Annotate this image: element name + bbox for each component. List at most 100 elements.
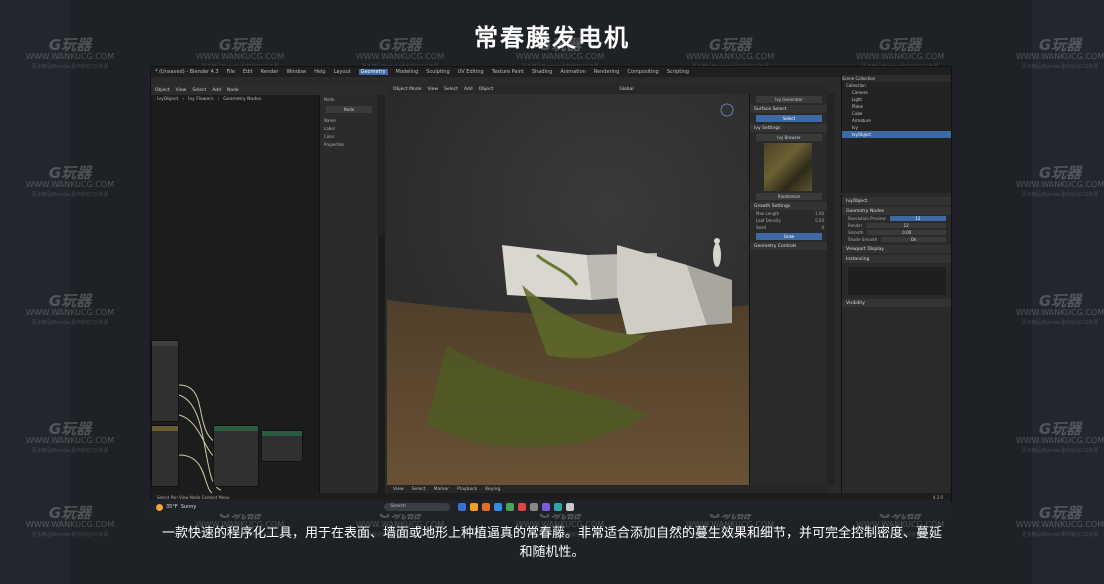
node-sidebar-tabs[interactable] — [377, 95, 385, 235]
tab-layout[interactable]: Layout — [334, 69, 351, 75]
app-icon[interactable] — [518, 503, 527, 511]
windows-taskbar: 35°F Sunny Search — [150, 500, 950, 514]
tl-view[interactable]: View — [393, 487, 404, 492]
blender-icon[interactable] — [482, 503, 491, 511]
node-sidebar: Node Node Name Label Color Properties — [319, 95, 378, 493]
transform-orientation[interactable]: Global — [619, 87, 633, 92]
tab-sculpting[interactable]: Sculpting — [426, 69, 449, 75]
node-panel-header[interactable]: Node — [320, 95, 378, 103]
browser-icon[interactable] — [494, 503, 503, 511]
ivy-generator-panel: Ivy Generator Surface Select Select Ivy … — [749, 94, 828, 485]
leaf-texture-thumbnail[interactable] — [764, 143, 812, 191]
tl-playback[interactable]: Playback — [457, 487, 477, 492]
status-hints: Select Pan View Node Context Menu — [157, 494, 230, 500]
weather-widget[interactable]: 35°F Sunny — [156, 503, 196, 511]
blender-window: * (Unsaved) - Blender 4.3 File Edit Rend… — [150, 66, 952, 502]
tab-uv-editing[interactable]: UV Editing — [458, 69, 484, 75]
menu-edit[interactable]: Edit — [243, 69, 253, 75]
node-button[interactable]: Node — [326, 106, 372, 113]
app-icon[interactable] — [554, 503, 563, 511]
section-growth-settings[interactable]: Growth Settings — [750, 202, 828, 210]
vp-menu-view[interactable]: View — [427, 87, 438, 92]
param-row[interactable]: Seed 0 — [750, 224, 828, 231]
watermark: G玩器WWW.WANKUCG.COM更多精品Blender素材就在CG资源 — [1015, 164, 1104, 199]
outliner-item[interactable]: Camera — [842, 89, 951, 96]
tab-animation[interactable]: Animation — [560, 69, 586, 75]
ivy-browser-button[interactable]: Ivy Browser — [756, 134, 822, 141]
node-name-row: Name — [324, 117, 336, 123]
tl-marker[interactable]: Marker — [434, 487, 450, 492]
node-properties-row[interactable]: Properties — [320, 140, 378, 148]
section-geometry-controls[interactable]: Geometry Controls — [750, 242, 828, 250]
section-surface-select[interactable]: Surface Select — [750, 105, 828, 113]
group-input-node[interactable] — [151, 340, 179, 422]
prop-row[interactable]: Render 12 — [842, 222, 951, 229]
sun-icon — [156, 503, 163, 511]
outliner-item-selected[interactable]: IvyObject — [842, 131, 951, 138]
file-explorer-icon[interactable] — [470, 503, 479, 511]
tab-modeling[interactable]: Modeling — [396, 69, 419, 75]
section-ivy-settings[interactable]: Ivy Settings — [750, 124, 828, 132]
tab-shading[interactable]: Shading — [532, 69, 552, 75]
node-label-row: Label — [324, 125, 335, 131]
watermark: G玩器WWW.WANKUCG.COM更多精品Blender素材就在CG资源 — [25, 504, 115, 539]
node-editor[interactable]: Object View Select Add Node IvyObject › I… — [151, 85, 385, 493]
node-color-row[interactable]: Color — [320, 132, 378, 140]
menu-file[interactable]: File — [227, 69, 235, 75]
blender-topbar: * (Unsaved) - Blender 4.3 File Edit Rend… — [151, 67, 951, 77]
viewport-header: Object Mode View Select Add Object Globa… — [387, 85, 827, 94]
app-icon[interactable] — [566, 503, 575, 511]
windows-start-icon[interactable] — [458, 503, 467, 511]
outliner-item[interactable]: Ivy — [842, 124, 951, 131]
section-instancing[interactable]: Instancing — [842, 255, 951, 263]
watermark: G玩器WWW.WANKUCG.COM更多精品Blender素材就在CG资源 — [1015, 420, 1104, 455]
tab-scripting[interactable]: Scripting — [667, 69, 689, 75]
section-visibility[interactable]: Visibility — [842, 299, 951, 307]
prop-row[interactable]: Shade Smooth On — [842, 236, 951, 243]
prop-row[interactable]: Resolution Preview 12 — [842, 215, 951, 222]
tab-rendering[interactable]: Rendering — [594, 69, 620, 75]
tab-geometry[interactable]: Geometry — [358, 69, 388, 75]
outliner-item[interactable]: Light — [842, 96, 951, 103]
properties-object-name[interactable]: IvyObject — [842, 197, 951, 205]
randomize-button[interactable]: Randomize — [756, 193, 822, 200]
outliner-item[interactable]: Plane — [842, 103, 951, 110]
tl-select[interactable]: Select — [412, 487, 426, 492]
vp-menu-object[interactable]: Object — [479, 87, 494, 92]
menu-render[interactable]: Render — [261, 69, 279, 75]
panel-title[interactable]: Ivy Generator — [756, 96, 822, 103]
tl-keying[interactable]: Keying — [485, 487, 500, 492]
math-node[interactable] — [151, 425, 179, 487]
select-button[interactable]: Select — [756, 115, 822, 122]
outliner-item[interactable]: Collection — [842, 82, 951, 89]
viewport-sidebar-tabs[interactable] — [827, 94, 835, 485]
menu-help[interactable]: Help — [314, 69, 325, 75]
shape-keys-list[interactable] — [848, 267, 946, 295]
distribute-node[interactable] — [213, 425, 259, 487]
tab-texture-paint[interactable]: Texture Paint — [492, 69, 524, 75]
menu-window[interactable]: Window — [286, 69, 306, 75]
app-icon[interactable] — [530, 503, 539, 511]
taskbar-search[interactable]: Search — [384, 503, 451, 511]
outliner-item[interactable]: Cube — [842, 110, 951, 117]
grow-button[interactable]: Grow — [756, 233, 822, 240]
watermark: G玩器WWW.WANKUCG.COM更多精品Blender素材就在CG资源 — [1015, 504, 1104, 539]
param-row[interactable]: Max Length 1.00 — [750, 210, 828, 217]
instance-node[interactable] — [261, 430, 303, 462]
app-icon[interactable] — [506, 503, 515, 511]
vp-menu-add[interactable]: Add — [464, 87, 473, 92]
param-row[interactable]: Leaf Density 0.50 — [750, 217, 828, 224]
outliner-header: Scene Collection — [842, 75, 951, 82]
watermark: G玩器WWW.WANKUCG.COM更多精品Blender素材就在CG资源 — [25, 164, 115, 199]
vp-menu-select[interactable]: Select — [444, 87, 458, 92]
watermark: G玩器WWW.WANKUCG.COM更多精品Blender素材就在CG资源 — [25, 36, 115, 71]
outliner-item[interactable]: Armature — [842, 117, 951, 124]
mode-select[interactable]: Object Mode — [393, 87, 421, 92]
section-geometry-nodes[interactable]: Geometry Nodes — [842, 207, 951, 215]
app-icon[interactable] — [542, 503, 551, 511]
tab-compositing[interactable]: Compositing — [627, 69, 658, 75]
section-viewport-display[interactable]: Viewport Display — [842, 245, 951, 253]
watermark: G玩器WWW.WANKUCG.COM更多精品Blender素材就在CG资源 — [25, 292, 115, 327]
watermark: G玩器WWW.WANKUCG.COM更多精品Blender素材就在CG资源 — [1015, 36, 1104, 71]
prop-row[interactable]: Smooth 0.00 — [842, 229, 951, 236]
